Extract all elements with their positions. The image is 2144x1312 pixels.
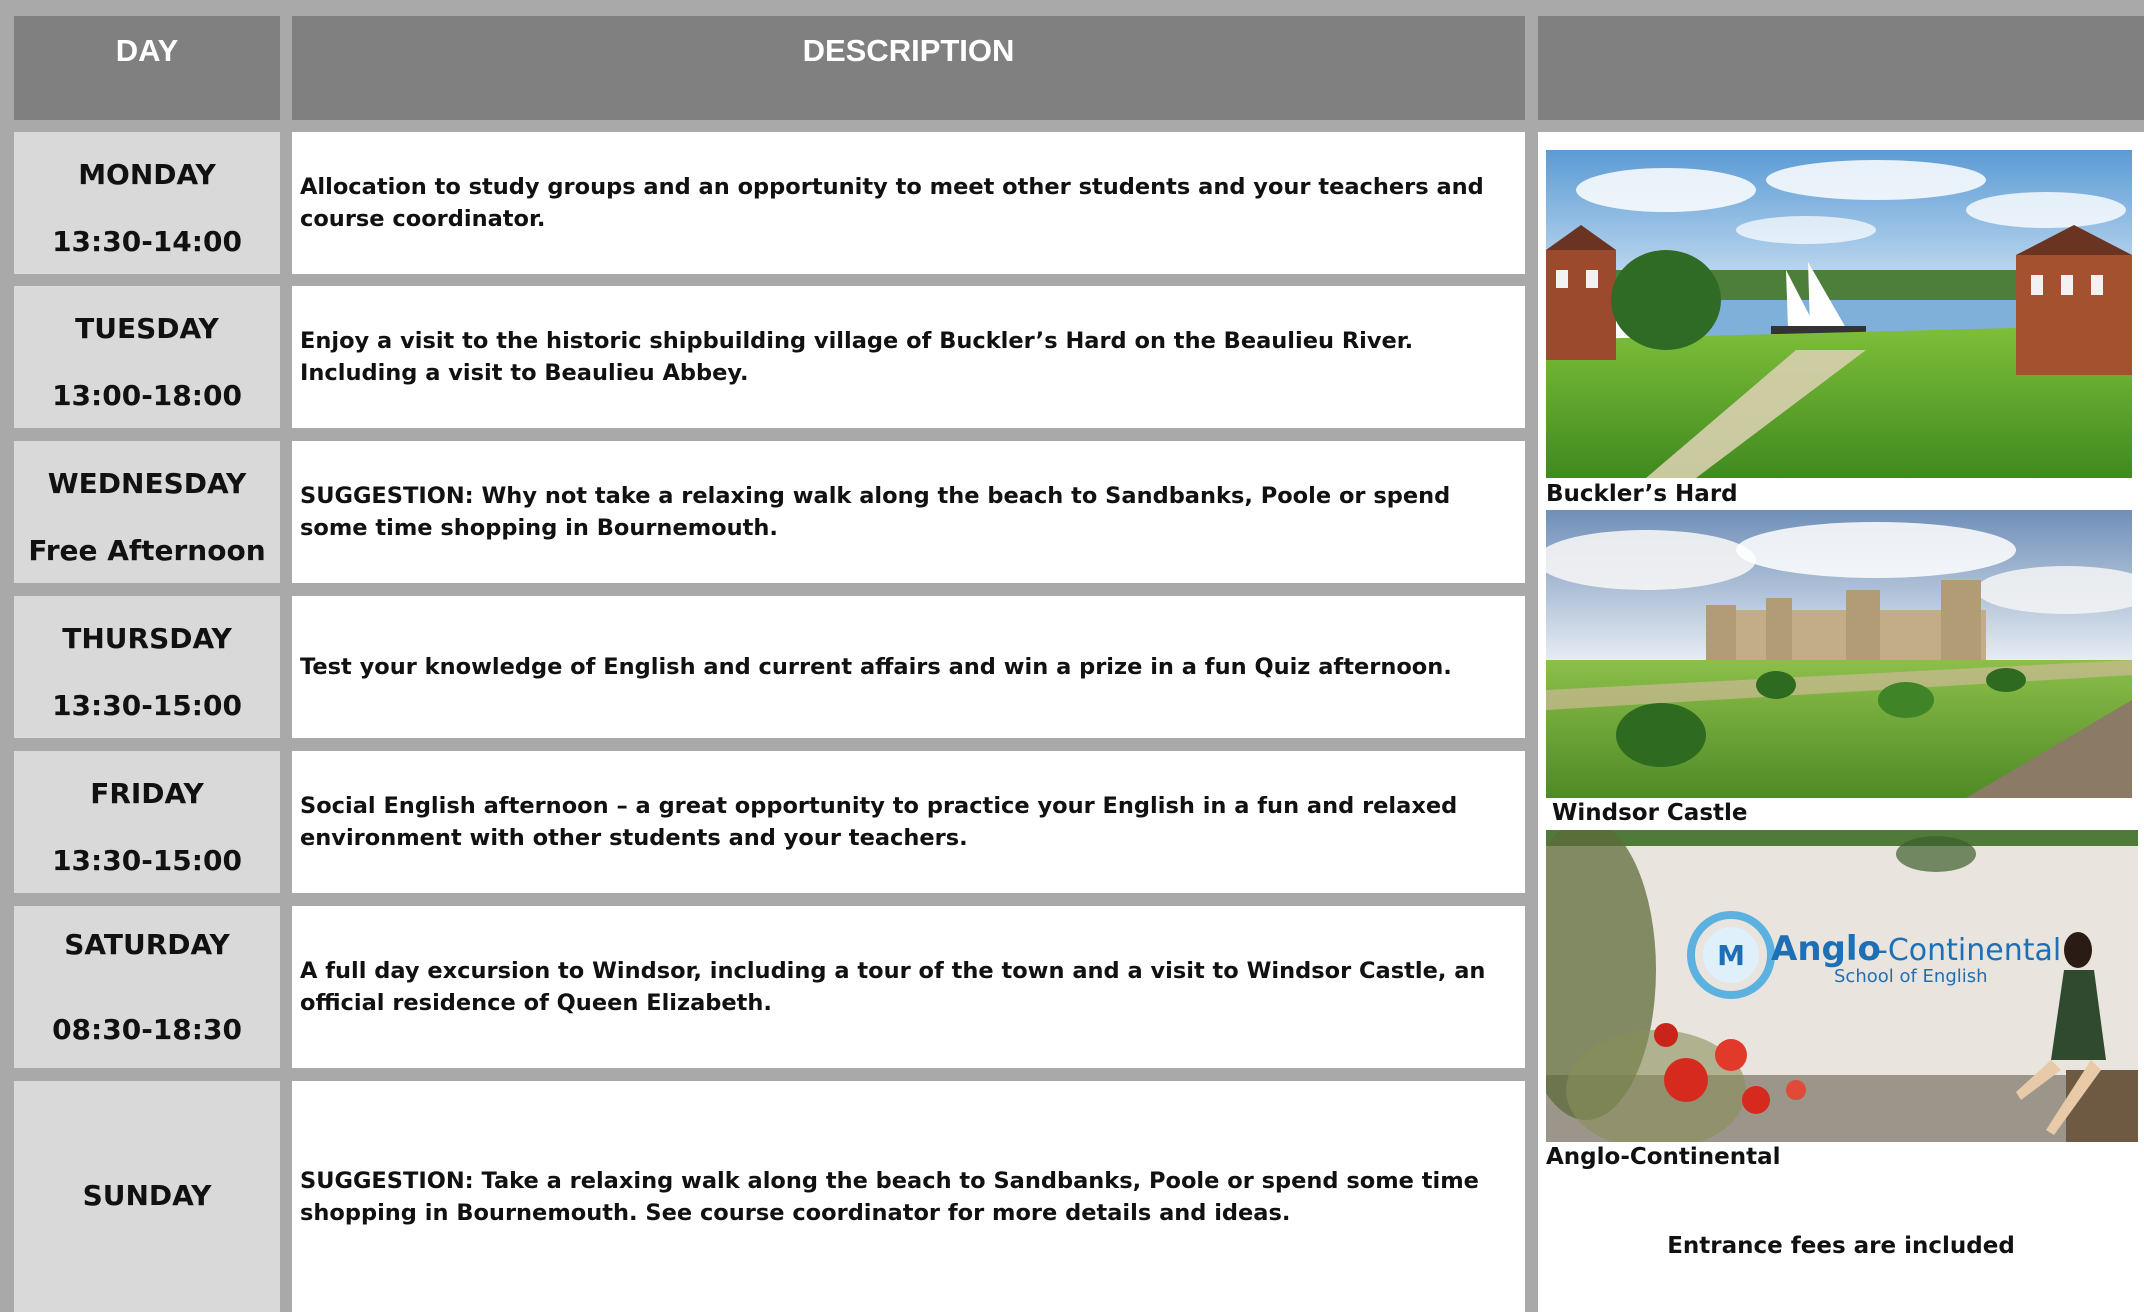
description-text: SUGGESTION: Why not take a relaxing walk… [300,483,1451,541]
anglo-continental-photo: M Anglo -Continental School of English [1546,830,2138,1142]
header-images [1538,16,2144,120]
photo-column: Buckler’s Hard Windsor Castle M Anglo -C… [1538,132,2144,1312]
windsor-castle-caption: Windsor Castle [1552,800,1748,826]
header-description-label: DESCRIPTION [802,33,1015,68]
day-time: 13:30-15:00 [52,689,242,722]
sign-subtitle: School of English [1834,966,1988,987]
sign-continental: -Continental [1877,933,2061,968]
schedule-page: DAY DESCRIPTION MONDAY 13:30-14:00 Alloc… [0,0,2144,1312]
day-cell-thursday: THURSDAY 13:30-15:00 [14,596,280,738]
description-cell-thursday: Test your knowledge of English and curre… [292,596,1525,738]
description-text: Social English afternoon – a great oppor… [300,793,1458,851]
header-day-label: DAY [115,33,179,68]
sign-anglo: Anglo [1771,929,1881,969]
day-time: 13:30-14:00 [52,225,242,258]
day-cell-saturday: SATURDAY 08:30-18:30 [14,906,280,1068]
windsor-castle-photo [1546,510,2132,798]
description-cell-tuesday: Enjoy a visit to the historic shipbuildi… [292,286,1525,428]
description-text: A full day excursion to Windsor, includi… [300,958,1486,1016]
day-cell-tuesday: TUESDAY 13:00-18:00 [14,286,280,428]
anglo-continental-caption: Anglo-Continental [1546,1144,1781,1170]
bucklers-hard-caption: Buckler’s Hard [1546,481,1738,507]
header-description: DESCRIPTION [292,16,1525,120]
day-cell-monday: MONDAY 13:30-14:00 [14,132,280,274]
day-cell-sunday: SUNDAY [14,1081,280,1312]
entrance-fees-note: Entrance fees are included [1667,1233,2015,1259]
logo-emblem-icon: M [1717,939,1745,972]
description-text: SUGGESTION: Take a relaxing walk along t… [300,1167,1479,1226]
description-cell-monday: Allocation to study groups and an opport… [292,132,1525,274]
day-name: TUESDAY [75,312,219,345]
day-time: 08:30-18:30 [52,1013,242,1046]
day-name: MONDAY [78,158,216,191]
header-day: DAY [14,16,280,120]
day-name: SATURDAY [64,928,230,961]
day-time: 13:30-15:00 [52,844,242,877]
day-time: 13:00-18:00 [52,379,242,412]
bucklers-hard-photo [1546,150,2132,478]
day-cell-friday: FRIDAY 13:30-15:00 [14,751,280,893]
day-name: FRIDAY [90,777,204,810]
description-text: Enjoy a visit to the historic shipbuildi… [300,328,1414,386]
day-cell-wednesday: WEDNESDAY Free Afternoon [14,441,280,583]
day-time: Free Afternoon [28,534,266,567]
description-cell-saturday: A full day excursion to Windsor, includi… [292,906,1525,1068]
bucklers-hard-image [1546,150,2132,478]
anglo-continental-image: M Anglo -Continental School of English [1546,830,2138,1142]
description-cell-sunday: SUGGESTION: Take a relaxing walk along t… [292,1081,1525,1312]
description-text: Allocation to study groups and an opport… [300,174,1484,232]
day-name: WEDNESDAY [47,467,247,500]
windsor-castle-image [1546,510,2132,798]
description-cell-friday: Social English afternoon – a great oppor… [292,751,1525,893]
day-name: THURSDAY [62,622,232,655]
day-name: SUNDAY [82,1179,212,1212]
description-cell-wednesday: SUGGESTION: Why not take a relaxing walk… [292,441,1525,583]
description-text: Test your knowledge of English and curre… [300,654,1452,680]
